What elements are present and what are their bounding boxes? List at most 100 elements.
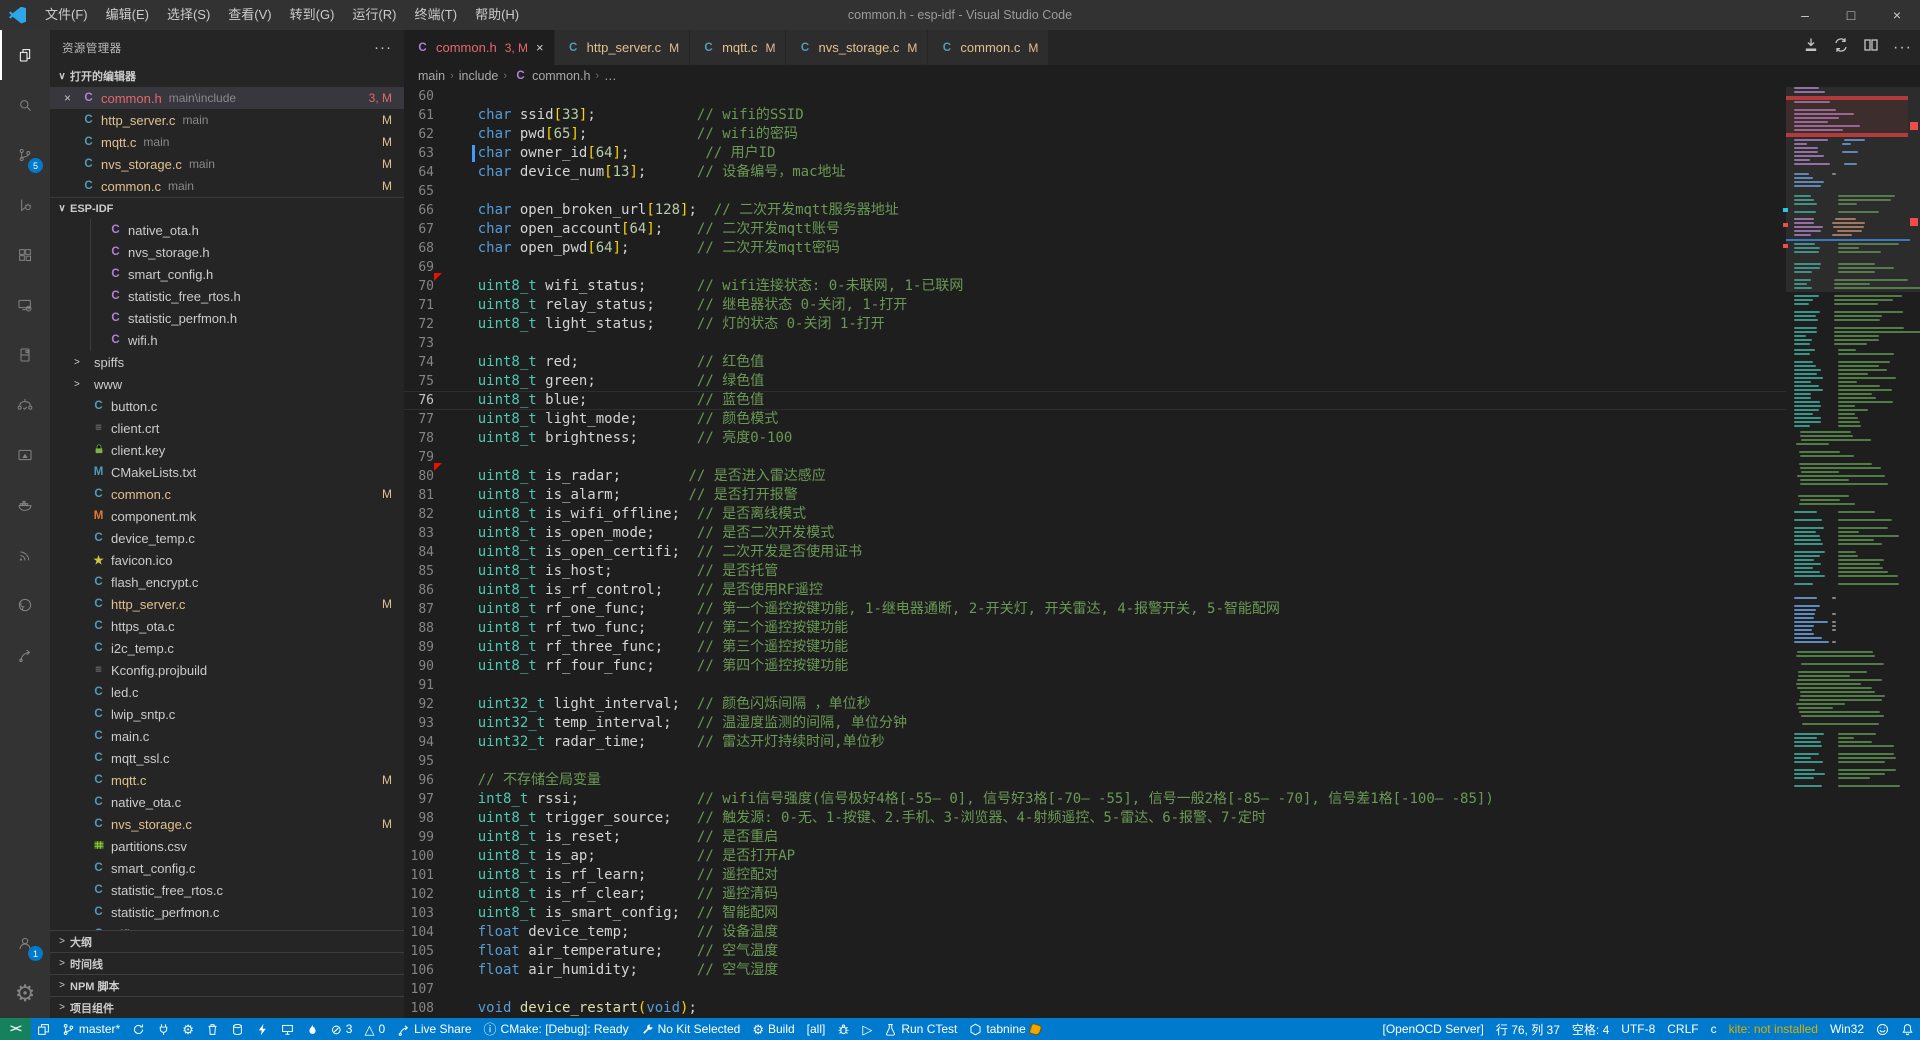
activity-account-icon[interactable]: 1 [0, 918, 50, 968]
code-line-105[interactable]: 105 float air_temperature; // 空气温度 [404, 942, 1786, 961]
tree-item-client.key[interactable]: client.key [50, 439, 404, 461]
activity-device-view-icon[interactable] [0, 330, 50, 380]
status-tabnine[interactable]: tabnine [963, 1018, 1046, 1040]
code-line-106[interactable]: 106 float air_humidity; // 空气湿度 [404, 961, 1786, 980]
tree-item-wifi.c[interactable]: Cwifi.c [50, 923, 404, 930]
code-line-91[interactable]: 91 [404, 676, 1786, 695]
tree-item-client.crt[interactable]: ≡client.crt [50, 417, 404, 439]
tree-item-device_temp.c[interactable]: Cdevice_temp.c [50, 527, 404, 549]
status-branch[interactable]: master* [56, 1018, 126, 1040]
status-item-3-UTF-8[interactable]: UTF-8 [1615, 1018, 1661, 1040]
code-line-86[interactable]: 86 uint8_t is_rf_control; // 是否使用RF遥控 [404, 581, 1786, 600]
split-editor-icon[interactable] [1863, 37, 1879, 58]
sidebar-section-时间线[interactable]: >时间线 [50, 952, 404, 974]
open-editor-common.c[interactable]: ×Ccommon.cmainM [50, 175, 404, 197]
tree-item-component.mk[interactable]: Mcomponent.mk [50, 505, 404, 527]
status-gear[interactable]: ⚙ [176, 1018, 200, 1040]
activity-live-share-icon[interactable] [0, 630, 50, 680]
open-editor-nvs_storage.c[interactable]: ×Cnvs_storage.cmainM [50, 153, 404, 175]
code-line-108[interactable]: 108 void device_restart(void); [404, 999, 1786, 1018]
status-remote[interactable]: >< [0, 1018, 31, 1040]
tab-mqtt.c[interactable]: Cmqtt.cM [690, 30, 786, 65]
activity-explorer-icon[interactable] [0, 30, 50, 80]
tree-item-mqtt_ssl.c[interactable]: Cmqtt_ssl.c [50, 747, 404, 769]
sidebar-section-大纲[interactable]: >大纲 [50, 930, 404, 952]
code-line-81[interactable]: 81 uint8_t is_alarm; // 是否打开报警 [404, 486, 1786, 505]
tree-item-wifi.h[interactable]: Cwifi.h [50, 329, 404, 351]
open-editor-common.h[interactable]: ×Ccommon.hmain\include3, M [50, 87, 404, 109]
code-line-93[interactable]: 93 uint32_t temp_interval; // 温湿度监测的间隔, … [404, 714, 1786, 733]
status-bell[interactable] [1895, 1018, 1920, 1040]
menu-file[interactable]: 文件(F) [36, 7, 97, 22]
code-line-64[interactable]: 64 char device_num[13]; // 设备编号，mac地址 [404, 163, 1786, 182]
code-line-87[interactable]: 87 uint8_t rf_one_func; // 第一个遥控按键功能, 1-… [404, 600, 1786, 619]
code-editor[interactable]: 6061 char ssid[33]; // wifi的SSID62 char … [404, 87, 1920, 1018]
status-play[interactable]: ▷ [856, 1018, 878, 1040]
status-item-2-空格: 4[interactable]: 空格: 4 [1566, 1018, 1615, 1040]
menu-help[interactable]: 帮助(H) [466, 7, 528, 22]
menu-terminal[interactable]: 终端(T) [405, 7, 466, 22]
code-line-74[interactable]: 74 uint8_t red; // 红色值 [404, 353, 1786, 372]
tree-item-native_ota.c[interactable]: Cnative_ota.c [50, 791, 404, 813]
status-plug[interactable] [151, 1018, 176, 1040]
tab-common.h[interactable]: Ccommon.h3, M× [404, 30, 555, 65]
tab-nvs_storage.c[interactable]: Cnvs_storage.cM [786, 30, 928, 65]
maximize-button[interactable]: □ [1828, 0, 1874, 30]
status-item-1-行 76, 列 37[interactable]: 行 76, 列 37 [1490, 1018, 1566, 1040]
sidebar-more-actions-icon[interactable]: ··· [374, 39, 392, 56]
code-line-99[interactable]: 99 uint8_t is_reset; // 是否重启 [404, 828, 1786, 847]
tab-common.c[interactable]: Ccommon.cM [928, 30, 1049, 65]
sync-icon[interactable] [1833, 37, 1849, 58]
open-editor-http_server.c[interactable]: ×Chttp_server.cmainM [50, 109, 404, 131]
code-line-60[interactable]: 60 [404, 87, 1786, 106]
status-feedback[interactable] [1870, 1018, 1895, 1040]
status-item-5-c[interactable]: c [1705, 1018, 1723, 1040]
code-line-88[interactable]: 88 uint8_t rf_two_func; // 第二个遥控按键功能 [404, 619, 1786, 638]
tree-item-http_server.c[interactable]: Chttp_server.cM [50, 593, 404, 615]
tree-item-nvs_storage.h[interactable]: Cnvs_storage.h [50, 241, 404, 263]
code-line-75[interactable]: 75 uint8_t green; // 绿色值 [404, 372, 1786, 391]
status-flame[interactable] [300, 1018, 325, 1040]
more-actions-icon[interactable]: ··· [1893, 39, 1912, 57]
tree-item-https_ota.c[interactable]: Chttps_ota.c [50, 615, 404, 637]
code-line-98[interactable]: 98 uint8_t trigger_source; // 触发源: 0-无、1… [404, 809, 1786, 828]
tree-item-partitions.csv[interactable]: partitions.csv [50, 835, 404, 857]
status-cylinder[interactable] [225, 1018, 250, 1040]
activity-extensions-icon[interactable] [0, 230, 50, 280]
code-line-100[interactable]: 100 uint8_t is_ap; // 是否打开AP [404, 847, 1786, 866]
close-icon[interactable]: × [64, 91, 80, 105]
code-line-77[interactable]: 77 uint8_t light_mode; // 颜色模式 [404, 410, 1786, 429]
tree-item-statistic_perfmon.h[interactable]: Cstatistic_perfmon.h [50, 307, 404, 329]
flash-download-icon[interactable] [1803, 37, 1819, 58]
menu-view[interactable]: 查看(V) [219, 7, 280, 22]
tree-item-spiffs[interactable]: >spiffs [50, 351, 404, 373]
breadcrumb-item[interactable]: main [418, 69, 445, 83]
tree-item-mqtt.c[interactable]: Cmqtt.cM [50, 769, 404, 791]
code-line-66[interactable]: 66 char open_broken_url[128]; // 二次开发mqt… [404, 201, 1786, 220]
code-line-107[interactable]: 107 [404, 980, 1786, 999]
code-line-63[interactable]: 63 char owner_id[64]; // 用户ID [404, 144, 1786, 163]
code-line-76[interactable]: 76 uint8_t blue; // 蓝色值 [404, 391, 1786, 410]
menu-go[interactable]: 转到(G) [281, 7, 344, 22]
tree-item-statistic_free_rtos.h[interactable]: Cstatistic_free_rtos.h [50, 285, 404, 307]
tree-item-www[interactable]: >www [50, 373, 404, 395]
tree-item-statistic_free_rtos.c[interactable]: Cstatistic_free_rtos.c [50, 879, 404, 901]
code-line-68[interactable]: 68 char open_pwd[64]; // 二次开发mqtt密码 [404, 239, 1786, 258]
breadcrumb-item[interactable]: include [459, 69, 499, 83]
breadcrumb-item[interactable]: Ccommon.h [512, 69, 590, 83]
menu-selection[interactable]: 选择(S) [158, 7, 219, 22]
tree-item-statistic_perfmon.c[interactable]: Cstatistic_perfmon.c [50, 901, 404, 923]
sidebar-section-NPM 脚本[interactable]: >NPM 脚本 [50, 974, 404, 996]
code-line-80[interactable]: 80 uint8_t is_radar; // 是否进入雷达感应 [404, 467, 1786, 486]
code-line-72[interactable]: 72 uint8_t light_status; // 灯的状态 0-关闭 1-… [404, 315, 1786, 334]
tree-item-main.c[interactable]: Cmain.c [50, 725, 404, 747]
status-trash[interactable] [200, 1018, 225, 1040]
status-monitor[interactable] [275, 1018, 300, 1040]
open-editor-mqtt.c[interactable]: ×Cmqtt.cmainM [50, 131, 404, 153]
status-tools[interactable]: No Kit Selected [635, 1018, 747, 1040]
open-editors-section[interactable]: ∨ 打开的编辑器 [50, 65, 404, 87]
status-item-0-[OpenOCD Server][interactable]: [OpenOCD Server] [1376, 1018, 1489, 1040]
code-line-82[interactable]: 82 uint8_t is_wifi_offline; // 是否离线模式 [404, 505, 1786, 524]
code-line-67[interactable]: 67 char open_account[64]; // 二次开发mqtt账号 [404, 220, 1786, 239]
minimap-slider[interactable] [1786, 87, 1920, 292]
